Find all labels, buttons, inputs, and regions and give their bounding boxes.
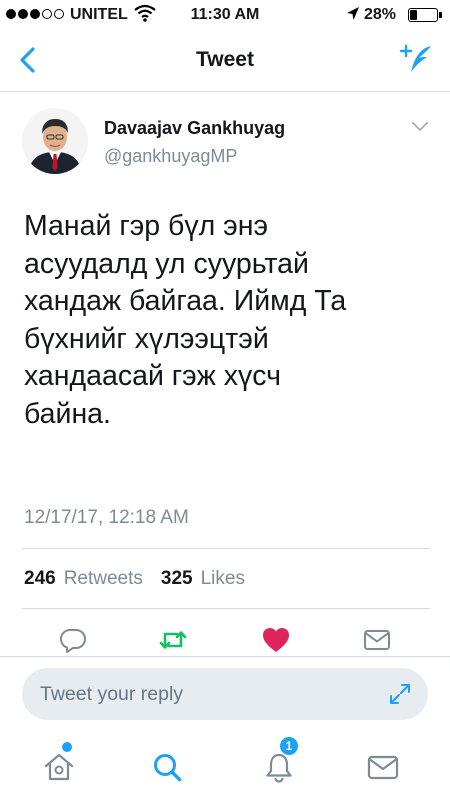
direct-message-icon	[364, 630, 390, 650]
tweet-options-button[interactable]	[410, 120, 430, 134]
tab-search[interactable]	[150, 750, 184, 784]
direct-message-button[interactable]	[362, 626, 392, 654]
retweet-icon	[159, 631, 187, 649]
reply-placeholder: Tweet your reply	[40, 683, 184, 705]
retweets-count[interactable]: 246	[24, 568, 56, 590]
compose-tweet-button[interactable]	[398, 42, 434, 76]
likes-label[interactable]: Likes	[201, 568, 245, 590]
reply-button[interactable]	[58, 626, 88, 654]
status-bar: UNITEL 11:30 AM 28%	[0, 0, 450, 30]
user-handle[interactable]: @gankhuyagMP	[104, 146, 237, 167]
divider	[22, 548, 430, 549]
battery-tip	[439, 12, 442, 18]
likes-count[interactable]: 325	[161, 568, 193, 590]
like-icon	[263, 628, 289, 652]
compose-tweet-icon	[399, 44, 431, 72]
reply-input[interactable]: Tweet your reply	[22, 668, 428, 720]
tweet-timestamp: 12/17/17, 12:18 AM	[24, 507, 189, 528]
new-content-dot	[62, 742, 72, 752]
tweet-text: Манай гэр бүл энэ асуудалд ул суурьтай х…	[24, 208, 434, 433]
search-icon	[154, 754, 182, 782]
expand-icon	[390, 684, 410, 704]
display-name[interactable]: Davaajav Gankhuyag	[104, 118, 285, 139]
tab-messages[interactable]	[366, 750, 400, 784]
tweet-text-line: Манай гэр бүл энэ	[24, 210, 268, 242]
tweet-text-line: бүхнийг хүлээцтэй	[24, 322, 269, 355]
battery-icon	[408, 8, 438, 22]
envelope-icon	[367, 755, 399, 780]
divider	[0, 656, 450, 657]
divider	[22, 608, 430, 609]
user-portrait-image	[22, 108, 88, 174]
tab-home[interactable]	[42, 742, 76, 784]
tweet-text-line: хандаасай гэж хүсч	[24, 360, 281, 392]
avatar[interactable]	[22, 108, 88, 174]
tweet-text-line: байна.	[24, 397, 111, 430]
tab-bar: 1	[0, 730, 450, 800]
reply-icon	[59, 628, 86, 653]
like-button[interactable]	[261, 626, 291, 654]
expand-reply-button[interactable]	[388, 682, 412, 706]
retweets-label[interactable]: Retweets	[64, 568, 143, 590]
home-icon	[44, 753, 74, 781]
bell-icon	[266, 753, 292, 783]
navigation-bar: Tweet	[0, 30, 450, 92]
tweet-text-line: хандаж байгаа. Иймд Та	[24, 285, 347, 317]
chevron-down-icon	[412, 122, 428, 131]
notifications-badge: 1	[280, 737, 298, 755]
tab-notifications[interactable]: 1	[262, 737, 298, 784]
tweet-stats: 246 Retweets 325 Likes	[24, 568, 245, 590]
battery-percent: 28%	[364, 6, 397, 23]
retweet-button[interactable]	[158, 626, 188, 654]
tweet-text-line: асуудалд ул суурьтай	[24, 247, 309, 280]
location-arrow-icon	[346, 6, 360, 27]
page-title: Tweet	[196, 48, 254, 71]
